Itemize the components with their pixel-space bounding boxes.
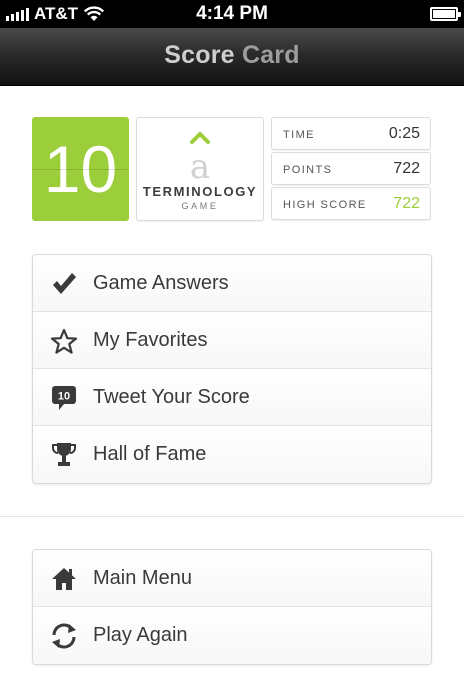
- menu-item-label: Tweet Your Score: [93, 386, 250, 408]
- tweet-badge: 10: [58, 391, 70, 403]
- page-title-word-2: Card: [241, 41, 300, 69]
- game-answers-button[interactable]: Game Answers: [33, 255, 431, 312]
- menu-item-label: My Favorites: [93, 329, 208, 351]
- stat-time: TIME 0:25: [271, 117, 431, 150]
- menu-item-label: Game Answers: [93, 272, 229, 294]
- stat-value: 0:25: [388, 125, 420, 142]
- checkmark-icon: [49, 269, 79, 299]
- logo-letter: a: [190, 147, 210, 182]
- actions-menu: Game Answers My Favorites 10 Tweet Your …: [32, 254, 432, 484]
- navigation-bar: Score Card: [0, 28, 464, 86]
- home-icon: [49, 564, 79, 594]
- stat-value: 722: [393, 160, 420, 177]
- stat-label: HIGH SCORE: [283, 199, 367, 211]
- status-bar: AT&T 4:14 PM: [0, 0, 464, 28]
- my-favorites-button[interactable]: My Favorites: [33, 312, 431, 369]
- star-icon: [49, 326, 79, 356]
- game-logo: a TERMINOLOGY GAME: [136, 117, 264, 221]
- logo-subtitle: GAME: [181, 201, 219, 211]
- stat-points: POINTS 722: [271, 152, 431, 185]
- stat-high-score: HIGH SCORE 722: [271, 187, 431, 220]
- main-menu-button[interactable]: Main Menu: [33, 550, 431, 607]
- logo-letter-icon: a: [137, 128, 263, 187]
- menu-item-label: Main Menu: [93, 567, 192, 589]
- battery-icon: [430, 7, 461, 21]
- score-tile: 10: [32, 117, 129, 221]
- menu-item-label: Hall of Fame: [93, 443, 207, 465]
- trophy-icon: [49, 440, 79, 470]
- page-title-word-1: Score: [164, 41, 235, 69]
- section-divider: [0, 516, 464, 517]
- hall-of-fame-button[interactable]: Hall of Fame: [33, 426, 431, 483]
- tweet-score-button[interactable]: 10 Tweet Your Score: [33, 369, 431, 426]
- stat-value: 722: [393, 195, 420, 212]
- navigation-menu: Main Menu Play Again: [32, 549, 432, 665]
- logo-name: TERMINOLOGY: [142, 184, 258, 199]
- menu-item-label: Play Again: [93, 624, 188, 646]
- stat-label: POINTS: [283, 164, 333, 176]
- speech-bubble-icon: 10: [49, 383, 79, 413]
- refresh-icon: [49, 621, 79, 651]
- stat-label: TIME: [283, 129, 315, 141]
- status-time: 4:14 PM: [196, 3, 268, 24]
- page-title: Score Card: [0, 41, 464, 70]
- play-again-button[interactable]: Play Again: [33, 607, 431, 664]
